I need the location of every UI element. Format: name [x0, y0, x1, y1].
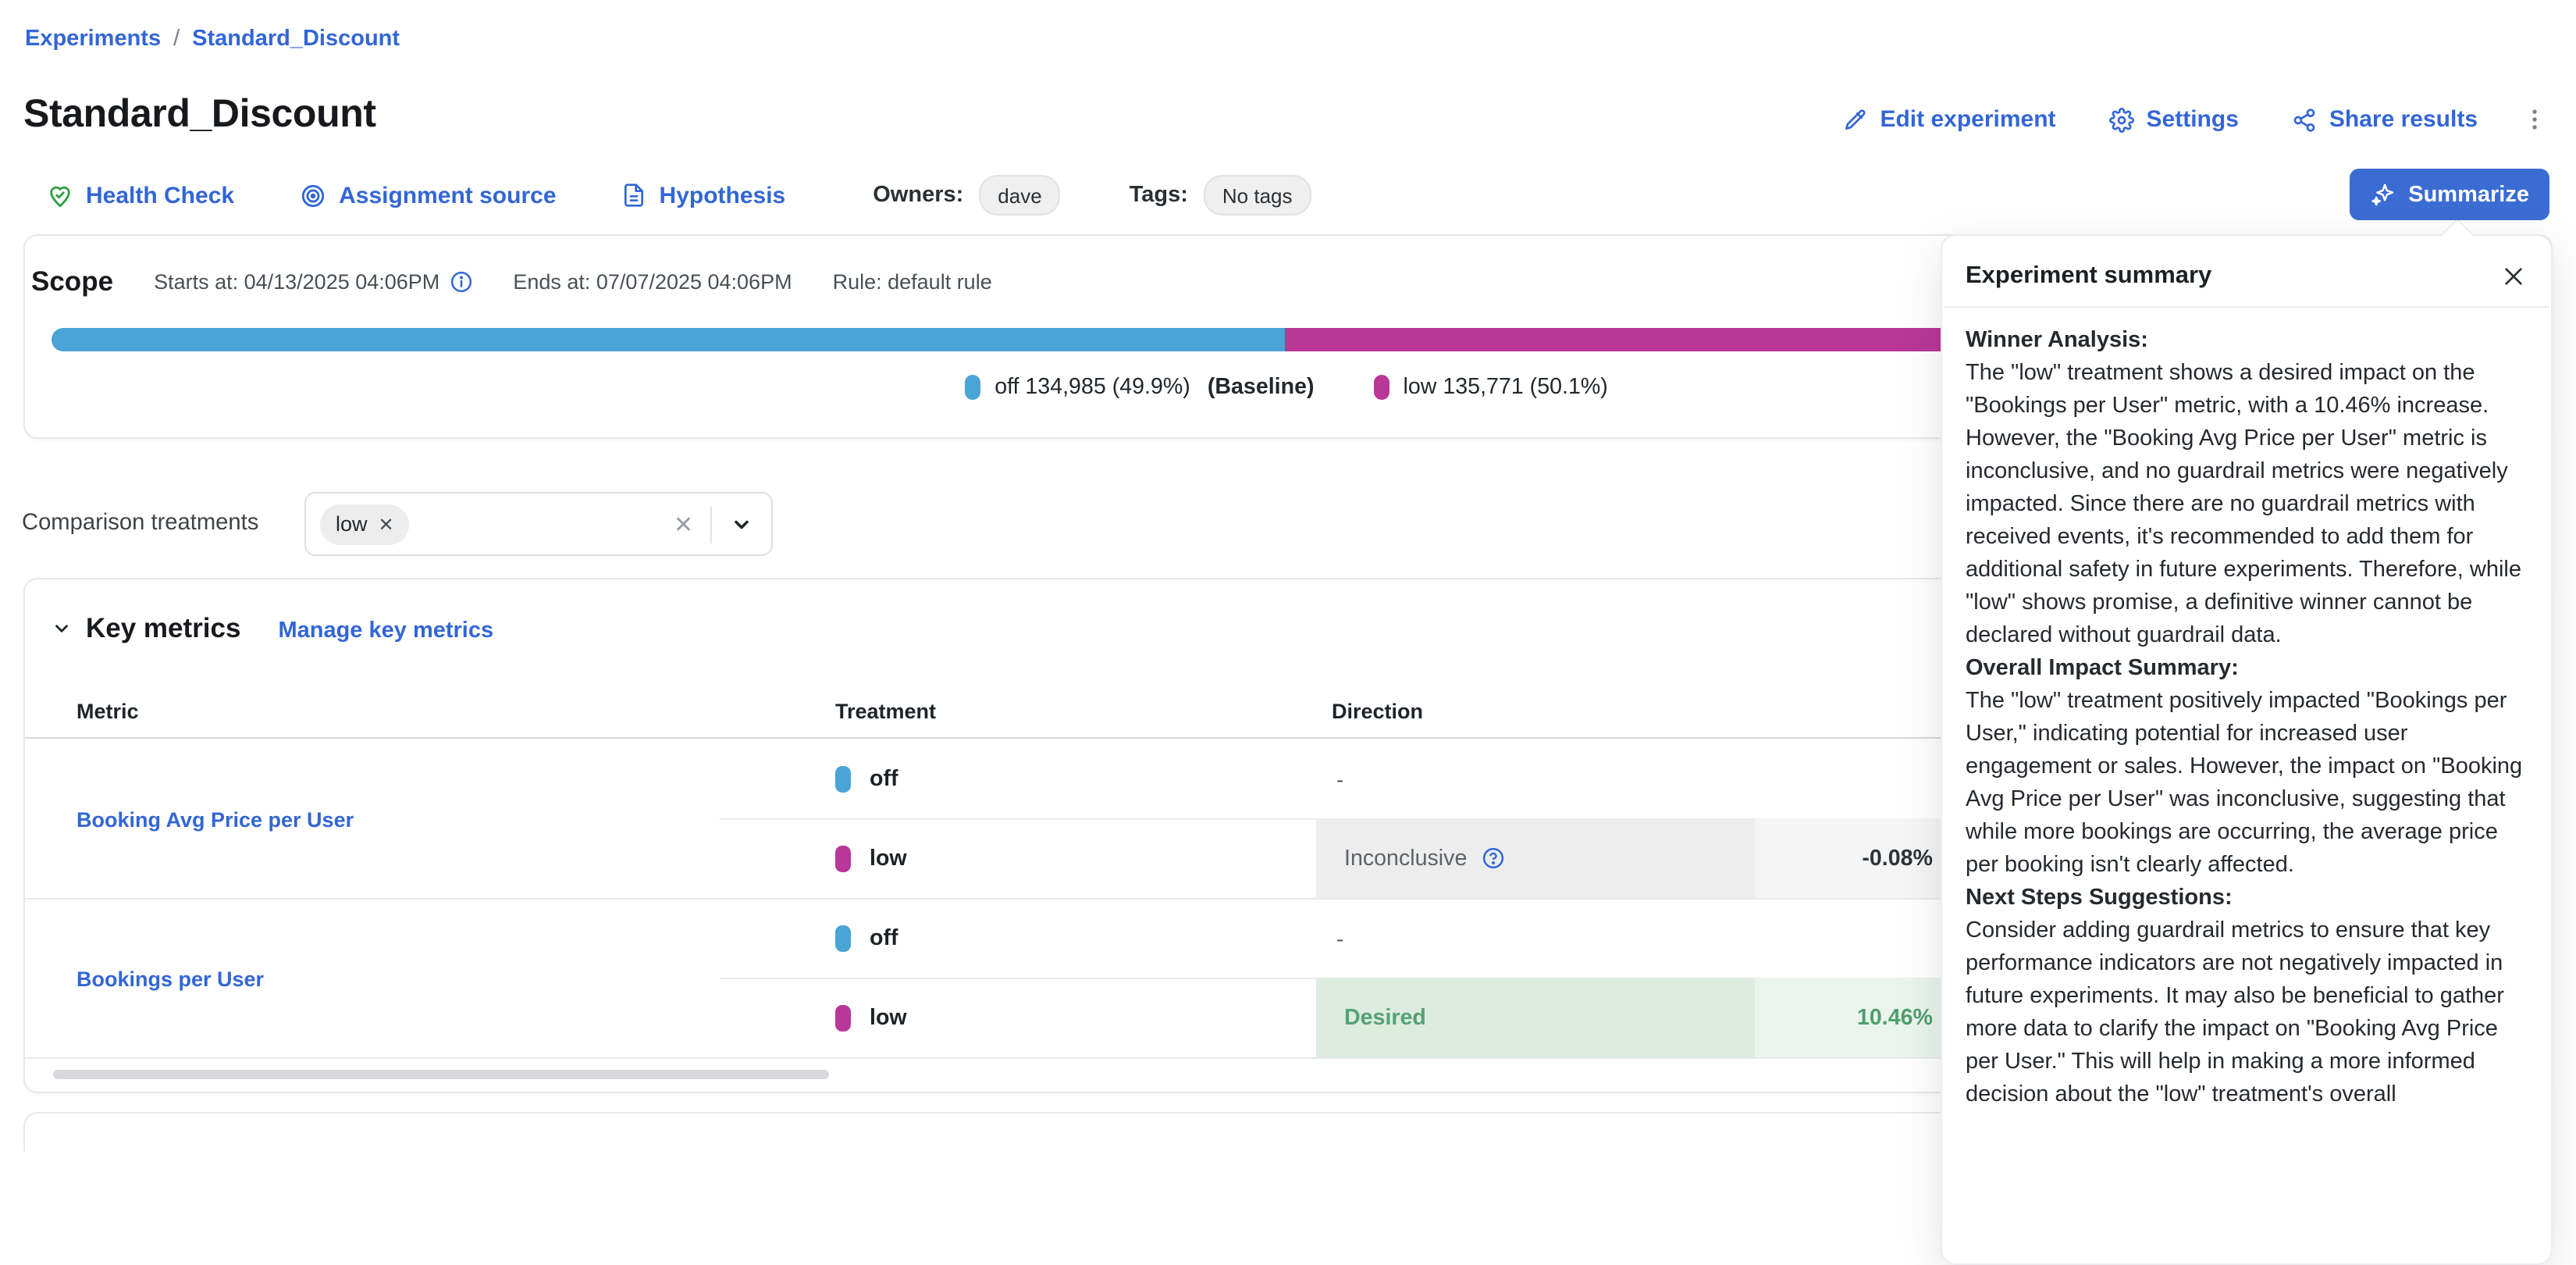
comparison-treatments-select[interactable]: low ✕ ✕ — [304, 492, 773, 556]
treatment-swatch-low — [835, 1004, 851, 1031]
summarize-label: Summarize — [2408, 182, 2529, 207]
edit-experiment-button[interactable]: Edit experiment — [1842, 106, 2055, 133]
heart-check-icon — [47, 182, 73, 208]
owners-label: Owners: — [873, 183, 963, 208]
target-icon — [300, 182, 326, 208]
treatment-swatch-off — [835, 925, 851, 952]
share-icon — [2292, 107, 2317, 132]
select-clear-icon[interactable]: ✕ — [674, 510, 693, 538]
treatment-name: off — [870, 926, 898, 951]
breadcrumb-experiments-link[interactable]: Experiments — [25, 27, 161, 52]
header-actions: Edit experiment Settings Share results — [1842, 106, 2548, 133]
manage-key-metrics-link[interactable]: Manage key metrics — [278, 618, 493, 643]
horizontal-scrollbar-thumb[interactable] — [53, 1070, 829, 1079]
hypothesis-label: Hypothesis — [660, 182, 786, 208]
section-heading: Next Steps Suggestions: — [1966, 882, 2528, 915]
breadcrumb: Experiments / Standard_Discount — [25, 27, 400, 52]
assignment-source-link[interactable]: Assignment source — [300, 182, 556, 208]
settings-button[interactable]: Settings — [2109, 106, 2239, 133]
section-heading: Overall Impact Summary: — [1966, 653, 2528, 686]
scope-ends: Ends at: 07/07/2025 04:06PM — [513, 270, 792, 294]
sparkles-icon — [2369, 181, 2396, 208]
scope-header-row: Scope Starts at: 04/13/2025 04:06PM Ends… — [31, 265, 992, 298]
info-icon[interactable] — [449, 270, 472, 294]
help-icon[interactable] — [1481, 846, 1504, 870]
treatment-name: off — [870, 767, 898, 792]
health-check-label: Health Check — [86, 182, 234, 208]
owner-chip[interactable]: dave — [979, 175, 1060, 216]
treatment-swatch-low — [835, 845, 851, 871]
health-check-link[interactable]: Health Check — [47, 182, 234, 208]
kebab-menu-button[interactable] — [2521, 106, 2548, 133]
kebab-icon — [2521, 106, 2548, 133]
collapse-chevron-icon[interactable] — [52, 618, 72, 639]
section-body: The "low" treatment shows a desired impa… — [1966, 358, 2528, 653]
edit-experiment-label: Edit experiment — [1880, 106, 2055, 133]
settings-label: Settings — [2147, 106, 2239, 133]
scope-starts: Starts at: 04/13/2025 04:06PM — [154, 270, 472, 294]
legend-swatch-low — [1374, 375, 1389, 400]
summarize-button[interactable]: Summarize — [2349, 169, 2549, 220]
chevron-down-icon[interactable] — [712, 513, 771, 535]
direction-value: Inconclusive — [1344, 846, 1467, 871]
close-icon[interactable] — [2501, 264, 2526, 289]
treatment-swatch-off — [835, 766, 851, 793]
meta-row: Health Check Assignment source Hypothesi… — [47, 175, 1311, 216]
page-title: Standard_Discount — [23, 92, 376, 137]
scope-title: Scope — [31, 265, 113, 298]
summary-section: Overall Impact Summary: The "low" treatm… — [1966, 653, 2528, 882]
gear-icon — [2109, 107, 2134, 132]
direction-cell-desired: Desired — [1316, 978, 1755, 1057]
breadcrumb-current-link[interactable]: Standard_Discount — [192, 27, 400, 52]
column-header-treatment: Treatment — [835, 700, 936, 723]
summary-section: Winner Analysis: The "low" treatment sho… — [1966, 325, 2528, 653]
tags-label: Tags: — [1130, 183, 1188, 208]
legend-item-off: off 134,985 (49.9%) (Baseline) — [965, 375, 1314, 400]
key-metrics-header: Key metrics Manage key metrics — [52, 612, 493, 645]
direction-value: Desired — [1344, 1005, 1426, 1030]
scope-rule: Rule: default rule — [833, 270, 992, 294]
legend-text-off: off 134,985 (49.9%) — [994, 375, 1190, 400]
panel-title: Experiment summary — [1966, 262, 2211, 290]
tags-group: Tags: No tags — [1130, 175, 1311, 216]
chip-remove-icon[interactable]: ✕ — [379, 513, 394, 535]
treatment-name: low — [870, 846, 907, 871]
direction-value: - — [1336, 767, 1343, 792]
panel-body: Winner Analysis: The "low" treatment sho… — [1942, 308, 2551, 1112]
tag-chip[interactable]: No tags — [1204, 175, 1311, 216]
breadcrumb-separator: / — [173, 27, 180, 52]
summary-section: Next Steps Suggestions: Consider adding … — [1966, 882, 2528, 1112]
baseline-suffix: (Baseline) — [1208, 375, 1315, 400]
section-heading: Winner Analysis: — [1966, 325, 2528, 358]
treatment-name: low — [870, 1005, 907, 1030]
direction-cell-inconclusive: Inconclusive — [1316, 818, 1755, 898]
scope-starts-text: Starts at: 04/13/2025 04:06PM — [154, 270, 439, 294]
share-results-label: Share results — [2329, 106, 2478, 133]
owners-group: Owners: dave — [873, 175, 1060, 216]
comparison-treatments-label: Comparison treatments — [22, 511, 258, 536]
document-icon — [622, 183, 647, 208]
share-results-button[interactable]: Share results — [2292, 106, 2478, 133]
legend-item-low: low 135,771 (50.1%) — [1374, 375, 1608, 400]
experiment-page: Experiments / Standard_Discount Standard… — [0, 0, 2576, 1126]
experiment-summary-panel: Experiment summary Winner Analysis: The … — [1941, 234, 2553, 1265]
direction-value: - — [1336, 926, 1343, 951]
column-header-direction: Direction — [1332, 700, 1423, 723]
treatment-chip-label: low — [336, 512, 368, 536]
column-header-metric: Metric — [76, 700, 139, 723]
treatment-chip-low[interactable]: low ✕ — [320, 504, 410, 544]
section-body: Consider adding guardrail metrics to ens… — [1966, 915, 2528, 1112]
pencil-icon — [1842, 107, 1867, 132]
hypothesis-link[interactable]: Hypothesis — [622, 182, 786, 208]
allocation-segment-off — [52, 328, 1286, 351]
assignment-source-label: Assignment source — [339, 182, 556, 208]
legend-swatch-off — [965, 375, 980, 400]
key-metrics-title: Key metrics — [86, 612, 240, 645]
legend-text-low: low 135,771 (50.1%) — [1404, 375, 1608, 400]
section-body: The "low" treatment positively impacted … — [1966, 686, 2528, 882]
